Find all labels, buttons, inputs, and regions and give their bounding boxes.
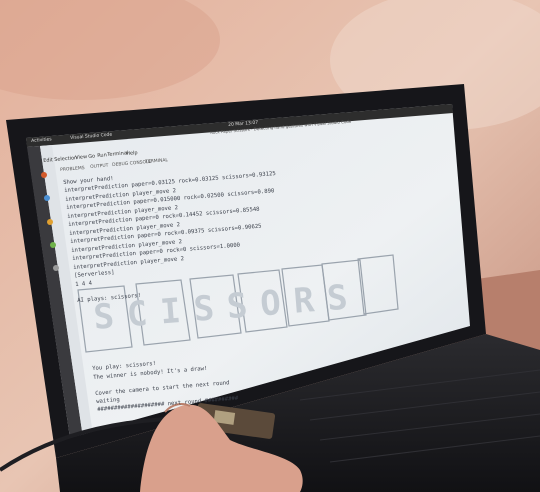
terminal-line: waiting <box>96 397 120 405</box>
menu-help[interactable]: Help <box>126 150 138 157</box>
terminal-line: [Serverless] <box>74 269 115 279</box>
terminal-line: 1 4 4 <box>75 280 93 288</box>
menu-go[interactable]: Go <box>88 153 95 160</box>
menu-run[interactable]: Run <box>97 152 107 159</box>
app-name: Visual Studio Code <box>70 132 113 141</box>
tab-output[interactable]: OUTPUT <box>90 164 109 170</box>
tab-problems[interactable]: PROBLEMS <box>60 166 85 173</box>
ascii-banner: SCISSORS <box>92 276 363 338</box>
activities-label[interactable]: Activities <box>31 137 52 144</box>
menu-view[interactable]: View <box>75 154 87 161</box>
menu-selection[interactable]: Selection <box>54 155 77 163</box>
tab-terminal[interactable]: TERMINAL <box>145 158 168 165</box>
menu-edit[interactable]: Edit <box>43 157 53 164</box>
laptop-screen: Activities Visual Studio Code 20 Mar 13:… <box>0 0 540 492</box>
terminal-line: Cover the camera to start the next round <box>95 380 230 397</box>
